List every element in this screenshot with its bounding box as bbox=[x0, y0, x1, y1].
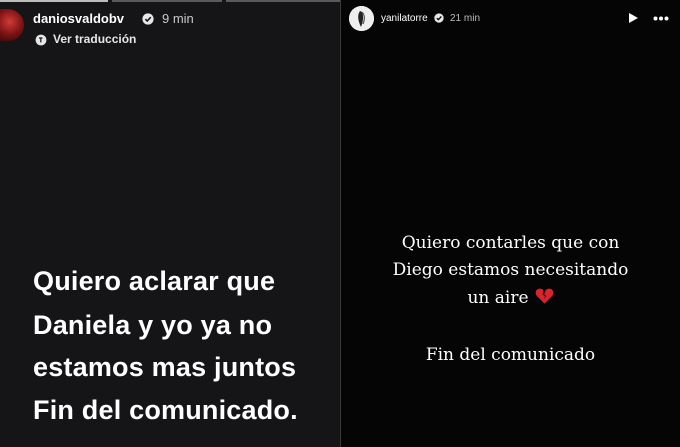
story-time: 9 min bbox=[162, 11, 194, 26]
story-closing-text: Fin del comunicado bbox=[425, 345, 596, 365]
avatar[interactable] bbox=[349, 6, 374, 31]
see-translation-link[interactable]: Ver traducción bbox=[53, 32, 136, 46]
right-story-panel[interactable] bbox=[341, 0, 680, 447]
story-progress-bar bbox=[0, 0, 340, 3]
story-username[interactable]: yanilatorre bbox=[381, 13, 428, 24]
progress-segment bbox=[0, 0, 108, 2]
story-username[interactable]: daniosvaldobv bbox=[33, 11, 124, 26]
story-text-line-with-emoji: un aire bbox=[341, 287, 680, 308]
progress-segment bbox=[226, 0, 340, 2]
more-options-icon[interactable] bbox=[653, 16, 669, 21]
story-text-line: Quiero aclarar que bbox=[33, 266, 276, 296]
story-time: 21 min bbox=[450, 13, 481, 24]
story-text-line: Diego estamos necesitando bbox=[392, 260, 629, 280]
story-text-line: un aire bbox=[467, 288, 529, 308]
translate-icon[interactable] bbox=[35, 34, 47, 46]
play-icon[interactable] bbox=[627, 12, 639, 24]
story-text-line: Quiero contarles que con bbox=[401, 233, 620, 253]
verified-badge-icon bbox=[142, 13, 154, 25]
avatar-image bbox=[349, 6, 374, 31]
broken-heart-icon bbox=[535, 288, 553, 304]
progress-segment bbox=[112, 0, 222, 2]
story-text-line: estamos mas juntos bbox=[33, 352, 297, 382]
story-text-line: Daniela y yo ya no bbox=[33, 310, 273, 340]
verified-badge-icon bbox=[434, 13, 444, 23]
story-text-line: Fin del comunicado. bbox=[33, 395, 298, 425]
